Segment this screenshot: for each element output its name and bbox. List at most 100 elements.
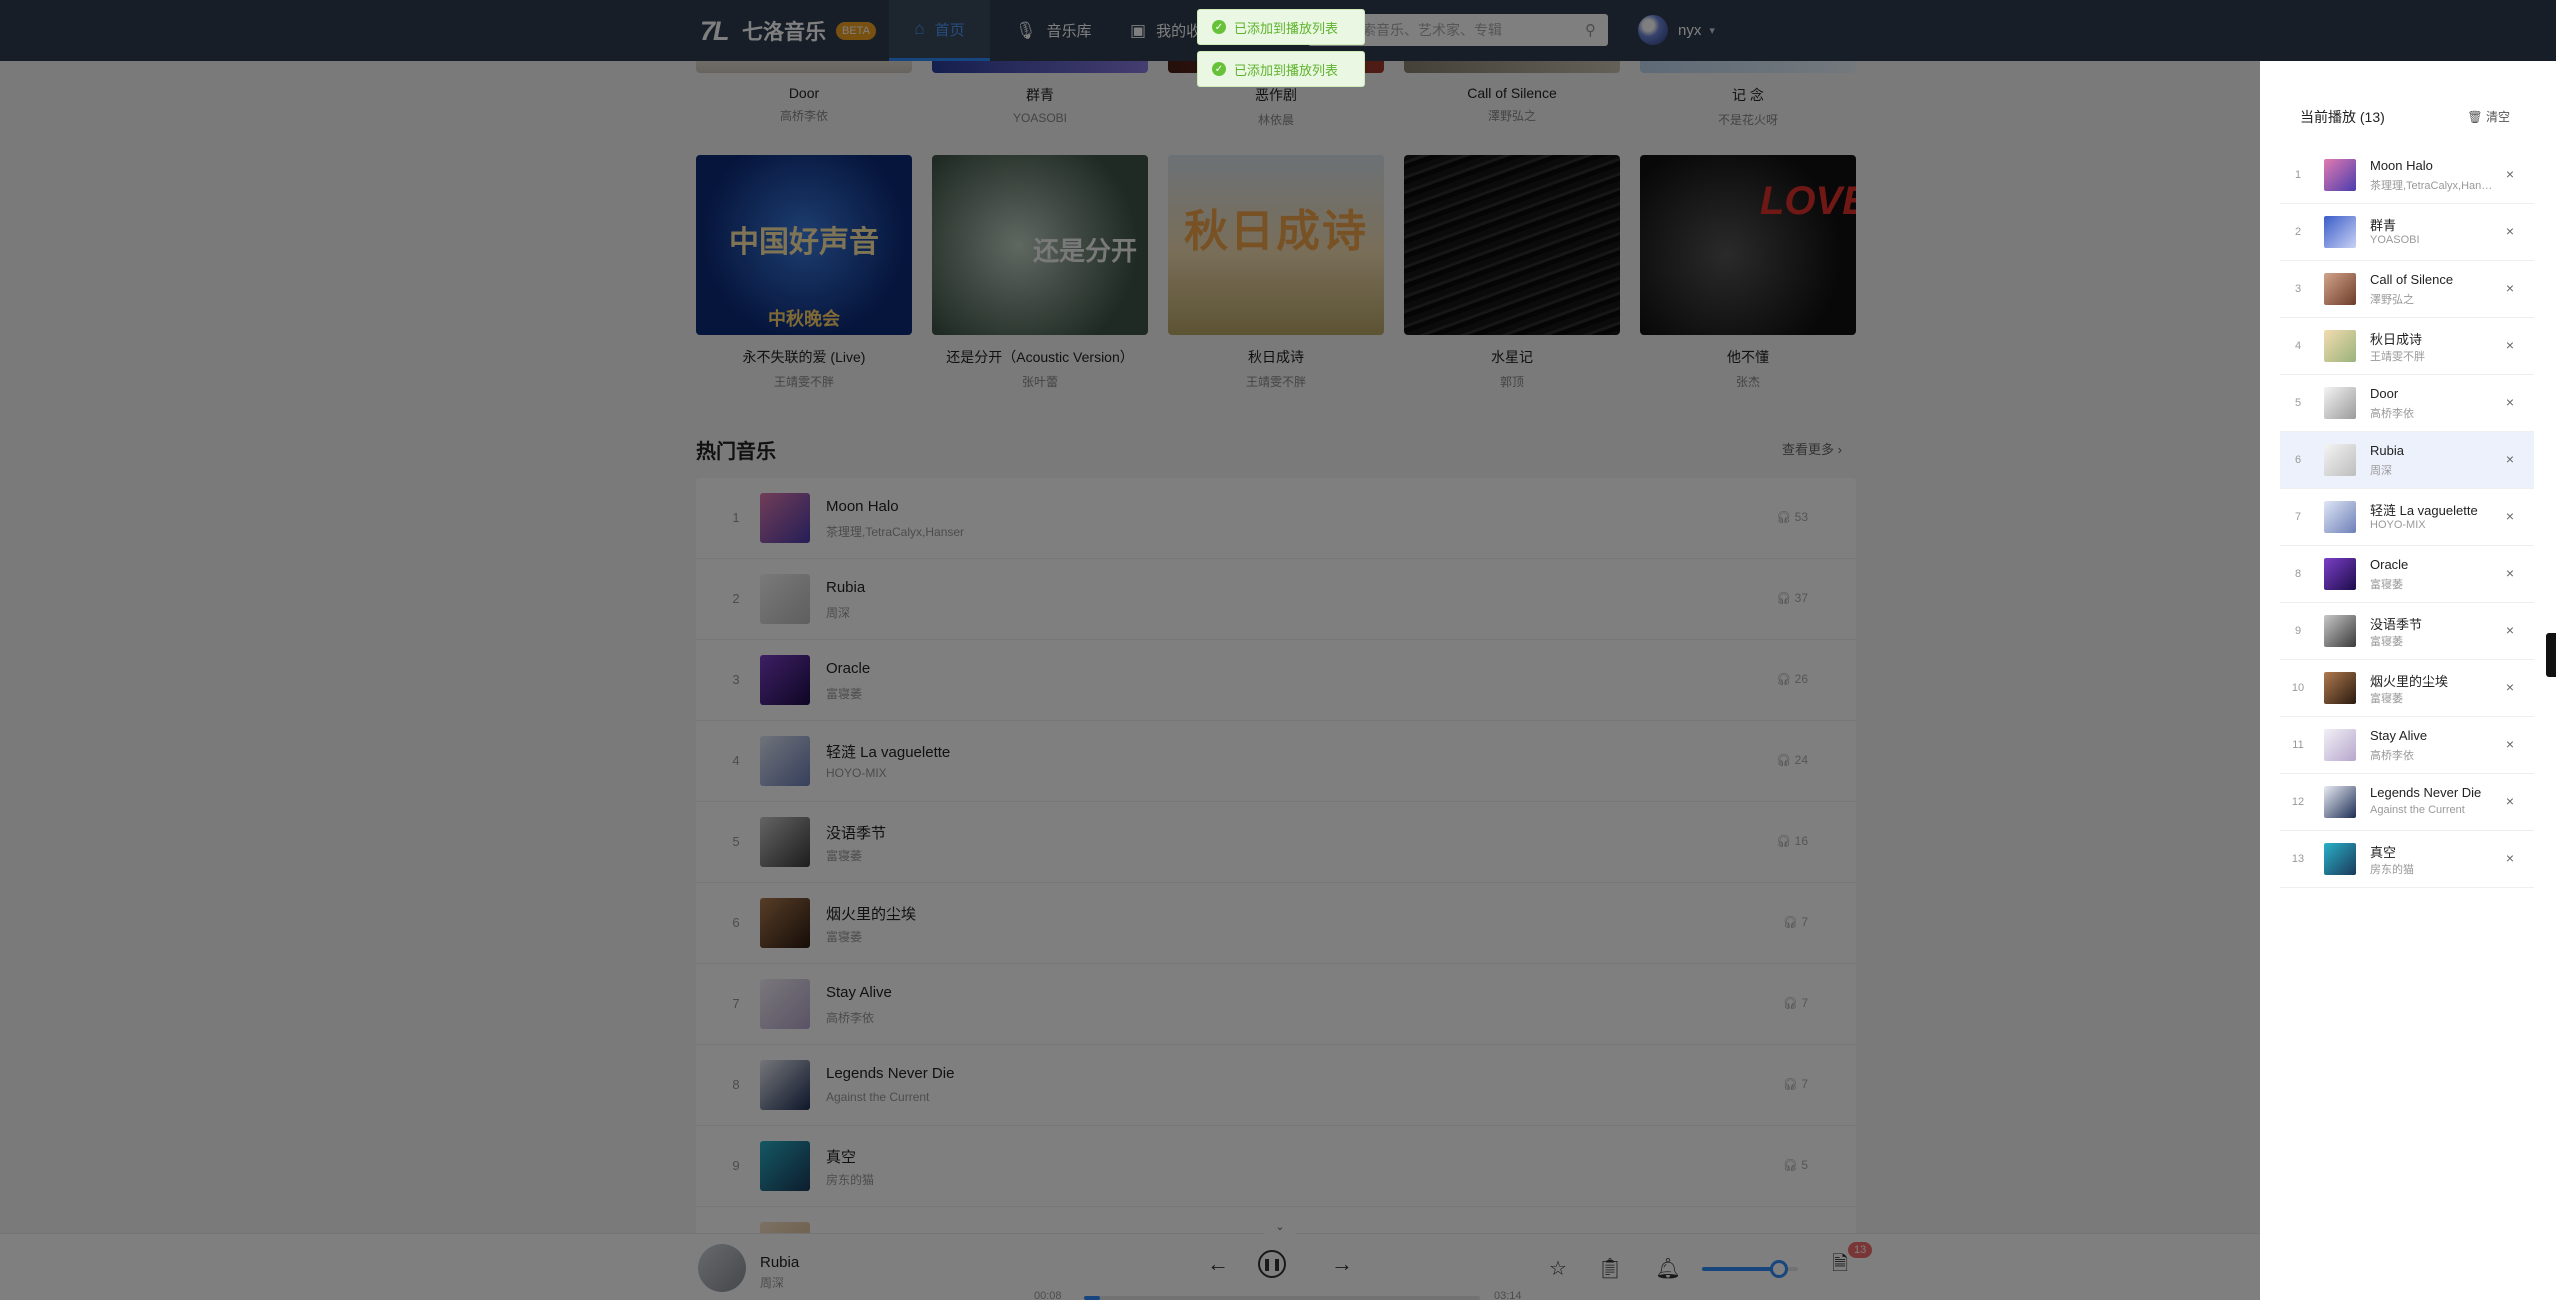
- queue-item-artist: 高桥李依: [2370, 750, 2414, 762]
- queue-item[interactable]: 11 Stay Alive 高桥李依 ×: [2280, 717, 2534, 774]
- close-icon[interactable]: ×: [2506, 394, 2514, 410]
- close-icon[interactable]: ×: [2506, 280, 2514, 296]
- album-card[interactable]: Door 高桥李依: [696, 61, 912, 124]
- headphones-icon: 🎧︎: [1782, 996, 1802, 1010]
- queue-item-number: 2: [2294, 226, 2302, 238]
- album-card[interactable]: 记 念 不是花火呀: [1640, 61, 1856, 128]
- queue-item[interactable]: 3 Call of Silence 澤野弘之 ×: [2280, 261, 2534, 318]
- album-title: 永不失联的爱 (Live): [742, 349, 866, 365]
- song-name: Stay Alive: [826, 984, 892, 1001]
- close-icon[interactable]: ×: [2506, 793, 2514, 809]
- close-icon[interactable]: ×: [2506, 850, 2514, 866]
- queue-item-thumbnail: [2324, 387, 2356, 419]
- album-cover: [696, 61, 912, 73]
- song-name: 真空: [826, 1149, 857, 1166]
- album-card[interactable]: 中国好声音 中秋晚会 永不失联的爱 (Live) 王靖雯不胖: [696, 155, 912, 390]
- search-input[interactable]: [1348, 22, 1585, 38]
- album-card[interactable]: 还是分开 还是分开（Acoustic Version） 张叶蕾: [932, 155, 1148, 390]
- queue-item[interactable]: 13 真空 房东的猫 ×: [2280, 831, 2534, 888]
- song-rank: 5: [732, 834, 740, 849]
- table-row[interactable]: 3 Oracle 富寝萎 🎧︎ 26: [696, 640, 1856, 721]
- table-row[interactable]: 4 轻涟 La vaguelette HOYO-MIX 🎧︎ 24: [696, 721, 1856, 802]
- progress-bar[interactable]: [1084, 1296, 1480, 1300]
- queue-item-name: Stay Alive: [2370, 728, 2428, 743]
- close-icon[interactable]: ×: [2506, 223, 2514, 239]
- play-count-value: 7: [1801, 996, 1808, 1010]
- table-row[interactable]: 9 真空 房东的猫 🎧︎ 5: [696, 1126, 1856, 1207]
- table-row[interactable]: 1 Moon Halo 茶理理,TetraCalyx,Hanser 🎧︎ 53: [696, 478, 1856, 559]
- album-card[interactable]: LOVE 他不懂 张杰: [1640, 155, 1856, 390]
- queue-item[interactable]: 4 秋日成诗 王靖雯不胖 ×: [2280, 318, 2534, 375]
- queue-item-name: 群青: [2370, 218, 2397, 233]
- close-icon[interactable]: ×: [2506, 451, 2514, 467]
- close-icon[interactable]: ×: [2506, 565, 2514, 581]
- song-name: Oracle: [826, 660, 871, 677]
- close-icon[interactable]: ×: [2506, 679, 2514, 695]
- queue-item-number: 11: [2292, 739, 2304, 751]
- main-content: Door 高桥李依 群青 YOASOBI 恶作剧 林依晨 Call of Sil…: [0, 61, 2556, 1233]
- playlist-icon: 🗎: [1831, 1253, 1849, 1275]
- previous-button[interactable]: ←: [1202, 1248, 1234, 1280]
- queue-item-name: 秋日成诗: [2370, 332, 2423, 347]
- headphones-icon: 🎧︎: [1776, 834, 1795, 848]
- queue-item-name: Moon Halo: [2370, 158, 2433, 173]
- queue-item[interactable]: 2 群青 YOASOBI ×: [2280, 204, 2534, 261]
- volume-knob[interactable]: [1769, 1260, 1788, 1278]
- queue-item[interactable]: 8 Oracle 富寝萎 ×: [2280, 546, 2534, 603]
- album-artist: 张杰: [1735, 375, 1760, 389]
- notification-button[interactable]: 🔔︎: [1655, 1256, 1680, 1280]
- close-icon[interactable]: ×: [2506, 508, 2514, 524]
- album-cover: [1404, 61, 1620, 73]
- queue-item[interactable]: 12 Legends Never Die Against the Current ×: [2280, 774, 2534, 831]
- album-cover: 秋日成诗: [1168, 155, 1384, 335]
- see-more-link[interactable]: 查看更多 ›: [1782, 439, 1842, 458]
- queue-item[interactable]: 10 烟火里的尘埃 富寝萎 ×: [2280, 660, 2534, 717]
- player-song-title: Rubia: [760, 1254, 800, 1271]
- next-button[interactable]: →: [1326, 1248, 1358, 1280]
- home-icon: ⌂: [914, 19, 925, 38]
- table-row[interactable]: 5 没语季节 富寝萎 🎧︎ 16: [696, 802, 1856, 883]
- song-artist: 房东的猫: [826, 1173, 875, 1187]
- app-logo[interactable]: 7L 七洛音乐 BETA: [700, 16, 876, 46]
- table-row[interactable]: 8 Legends Never Die Against the Current …: [696, 1045, 1856, 1126]
- album-card[interactable]: 群青 YOASOBI: [932, 61, 1148, 125]
- drawer-handle[interactable]: [2546, 633, 2556, 677]
- song-name: Legends Never Die: [826, 1065, 955, 1082]
- album-card[interactable]: 秋日成诗 秋日成诗 王靖雯不胖: [1168, 155, 1384, 390]
- player-cover[interactable]: [698, 1244, 746, 1292]
- queue-item[interactable]: 6 Rubia 周深 ×: [2280, 432, 2534, 489]
- queue-item[interactable]: 5 Door 高桥李依 ×: [2280, 375, 2534, 432]
- song-artist: 周深: [826, 606, 851, 620]
- close-icon[interactable]: ×: [2506, 736, 2514, 752]
- queue-item-number: 9: [2294, 625, 2302, 637]
- queue-item-thumbnail: [2324, 615, 2356, 647]
- album-cover: [1640, 61, 1856, 73]
- pause-button[interactable]: ❚❚: [1258, 1250, 1286, 1278]
- close-icon[interactable]: ×: [2506, 166, 2514, 182]
- song-artist: 富寝萎: [826, 849, 863, 863]
- app-name: 七洛音乐: [742, 21, 826, 44]
- favorite-button[interactable]: ☆: [1546, 1256, 1570, 1280]
- close-icon[interactable]: ×: [2506, 337, 2514, 353]
- nav-library[interactable]: 🎙︎ 音乐库: [1015, 0, 1092, 61]
- table-row[interactable]: 6 烟火里的尘埃 富寝萎 🎧︎ 7: [696, 883, 1856, 964]
- volume-slider[interactable]: [1702, 1260, 1798, 1278]
- table-row[interactable]: 2 Rubia 周深 🎧︎ 37: [696, 559, 1856, 640]
- table-row[interactable]: 7 Stay Alive 高桥李依 🎧︎ 7: [696, 964, 1856, 1045]
- queue-button[interactable]: 🗎: [1828, 1253, 1852, 1278]
- close-icon[interactable]: ×: [2506, 622, 2514, 638]
- arrow-right-icon: →: [1331, 1251, 1353, 1276]
- clear-queue-button[interactable]: 🗑︎ 清空: [2467, 108, 2510, 125]
- lyrics-button[interactable]: 📋︎: [1597, 1256, 1622, 1280]
- queue-item[interactable]: 1 Moon Halo 茶理理,TetraCalyx,Hanser ×: [2280, 147, 2534, 204]
- hot-music-list: 1 Moon Halo 茶理理,TetraCalyx,Hanser 🎧︎ 5 3 …: [696, 478, 1856, 1233]
- search-icon[interactable]: ⚲: [1585, 21, 1596, 39]
- queue-item[interactable]: 9 没语季节 富寝萎 ×: [2280, 603, 2534, 660]
- album-card[interactable]: 水星记 郭顶: [1404, 155, 1620, 390]
- nav-home[interactable]: ⌂ 首页: [889, 0, 990, 61]
- album-card[interactable]: Call of Silence 澤野弘之: [1404, 61, 1620, 124]
- chevron-down-icon[interactable]: ⌄: [1264, 1218, 1296, 1234]
- user-menu[interactable]: nyx ▾: [1638, 15, 1715, 45]
- headphones-icon: 🎧︎: [1782, 1158, 1802, 1172]
- queue-item[interactable]: 7 轻涟 La vaguelette HOYO-MIX ×: [2280, 489, 2534, 546]
